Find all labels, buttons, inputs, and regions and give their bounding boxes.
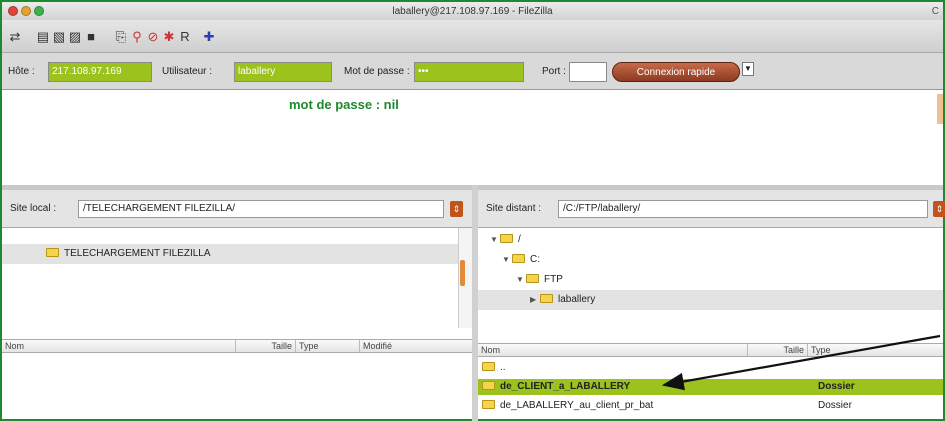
remote-path-input[interactable]: /C:/FTP/laballery/ bbox=[558, 200, 928, 218]
password-label: Mot de passe : bbox=[344, 66, 410, 77]
quickconnect-button[interactable]: Connexion rapide bbox=[612, 62, 740, 82]
file-name: .. bbox=[500, 362, 506, 373]
collapse-arrow-icon[interactable]: ▶ bbox=[530, 290, 540, 310]
remote-tree-item[interactable]: ▼ / bbox=[478, 230, 943, 250]
port-label: Port : bbox=[542, 66, 566, 77]
title-bar: laballery@217.108.97.169 - FileZilla C bbox=[2, 2, 943, 20]
list-item[interactable]: de_CLIENT_a_LABALLERY Dossier bbox=[478, 379, 943, 395]
password-input[interactable]: ••• bbox=[414, 62, 524, 82]
remote-tree: ▼ / ▼ C: ▼ FTP ▶ laballery bbox=[478, 228, 943, 328]
tree-item-label: / bbox=[518, 234, 521, 245]
col-type[interactable]: Type bbox=[296, 340, 360, 352]
tree-item-label: TELECHARGEMENT FILEZILLA bbox=[64, 248, 211, 259]
refresh-icon[interactable]: ⎘ bbox=[114, 30, 128, 44]
quickconnect-bar: Hôte : 217.108.97.169 Utilisateur : laba… bbox=[2, 53, 943, 90]
toolbar: ⇄ ▤ ▧ ▨ ■ ⎘ ⚲ ⊘ ✱ R ✚ bbox=[2, 20, 943, 53]
col-size[interactable]: Taille bbox=[748, 344, 808, 356]
folder-icon bbox=[526, 274, 539, 283]
tree-item-label: laballery bbox=[558, 294, 596, 305]
local-path-dropdown-icon[interactable]: ⇕ bbox=[450, 201, 463, 217]
folder-icon bbox=[46, 248, 59, 257]
expand-arrow-icon[interactable]: ▼ bbox=[516, 270, 526, 290]
local-path-input[interactable]: /TELECHARGEMENT FILEZILLA/ bbox=[78, 200, 444, 218]
col-name[interactable]: Nom bbox=[478, 344, 748, 356]
host-label: Hôte : bbox=[8, 66, 35, 77]
disconnect-icon[interactable]: ✱ bbox=[162, 30, 176, 44]
file-type: Dossier bbox=[818, 400, 852, 411]
toggle-queue-icon[interactable]: ■ bbox=[84, 30, 98, 44]
local-file-list bbox=[2, 353, 472, 419]
toggle-local-tree-icon[interactable]: ▧ bbox=[52, 30, 66, 44]
col-size[interactable]: Taille bbox=[236, 340, 296, 352]
expand-arrow-icon[interactable]: ▼ bbox=[490, 230, 500, 250]
local-tree-scrollbar[interactable] bbox=[458, 228, 472, 328]
local-list-header: Nom Taille Type Modifié bbox=[2, 339, 472, 353]
file-name: de_CLIENT_a_LABALLERY bbox=[500, 381, 631, 392]
col-type[interactable]: Type bbox=[808, 344, 943, 356]
remote-site-label: Site distant : bbox=[486, 203, 542, 214]
tree-item-label: C: bbox=[530, 254, 540, 265]
folder-icon bbox=[482, 381, 495, 390]
folder-icon bbox=[540, 294, 553, 303]
remote-list-header: Nom Taille Type bbox=[478, 343, 943, 357]
toggle-remote-tree-icon[interactable]: ▨ bbox=[68, 30, 82, 44]
port-input[interactable] bbox=[569, 62, 607, 82]
remote-tree-item[interactable]: ▼ C: bbox=[478, 250, 943, 270]
list-item[interactable]: .. bbox=[478, 360, 943, 376]
message-log: mot de passe : nil bbox=[2, 90, 943, 185]
reconnect-icon[interactable]: R bbox=[178, 30, 192, 44]
file-type: Dossier bbox=[818, 381, 855, 392]
filter-icon[interactable]: ⚲ bbox=[130, 30, 144, 44]
remote-site-bar: Site distant : /C:/FTP/laballery/ ⇕ bbox=[478, 190, 945, 228]
col-name[interactable]: Nom bbox=[2, 340, 236, 352]
list-item[interactable]: de_LABALLERY_au_client_pr_bat Dossier bbox=[478, 398, 943, 414]
local-tree: TELECHARGEMENT FILEZILLA bbox=[2, 228, 458, 328]
expand-arrow-icon[interactable]: ▼ bbox=[502, 250, 512, 270]
local-site-label: Site local : bbox=[10, 203, 57, 214]
local-site-bar: Site local : /TELECHARGEMENT FILEZILLA/ … bbox=[2, 190, 472, 228]
site-manager-icon[interactable]: ⇄ bbox=[8, 30, 22, 44]
host-input[interactable]: 217.108.97.169 bbox=[48, 62, 152, 82]
col-modified[interactable]: Modifié bbox=[360, 340, 472, 352]
remote-path-dropdown-icon[interactable]: ⇕ bbox=[933, 201, 945, 217]
cancel-icon[interactable]: ⊘ bbox=[146, 30, 160, 44]
window-title: laballery@217.108.97.169 - FileZilla bbox=[392, 6, 553, 17]
compare-icon[interactable]: ✚ bbox=[202, 30, 216, 44]
scroll-thumb[interactable] bbox=[460, 260, 465, 286]
remote-file-list: .. de_CLIENT_a_LABALLERY Dossier de_LABA… bbox=[478, 357, 943, 419]
folder-icon bbox=[500, 234, 513, 243]
user-label: Utilisateur : bbox=[162, 66, 213, 77]
tree-item-label: FTP bbox=[544, 274, 563, 285]
log-scrollbar[interactable] bbox=[937, 94, 943, 124]
toggle-log-icon[interactable]: ▤ bbox=[36, 30, 50, 44]
local-tree-item[interactable]: TELECHARGEMENT FILEZILLA bbox=[2, 244, 458, 264]
folder-icon bbox=[512, 254, 525, 263]
file-name: de_LABALLERY_au_client_pr_bat bbox=[500, 400, 654, 411]
quickconnect-dropdown-icon[interactable]: ▼ bbox=[742, 62, 754, 76]
username-input[interactable]: laballery bbox=[234, 62, 332, 82]
folder-icon bbox=[482, 400, 495, 409]
remote-tree-item[interactable]: ▼ FTP bbox=[478, 270, 943, 290]
remote-tree-item[interactable]: ▶ laballery bbox=[478, 290, 943, 310]
folder-icon bbox=[482, 362, 495, 371]
log-message: mot de passe : nil bbox=[289, 97, 399, 112]
title-right-glyph: C bbox=[931, 6, 939, 17]
